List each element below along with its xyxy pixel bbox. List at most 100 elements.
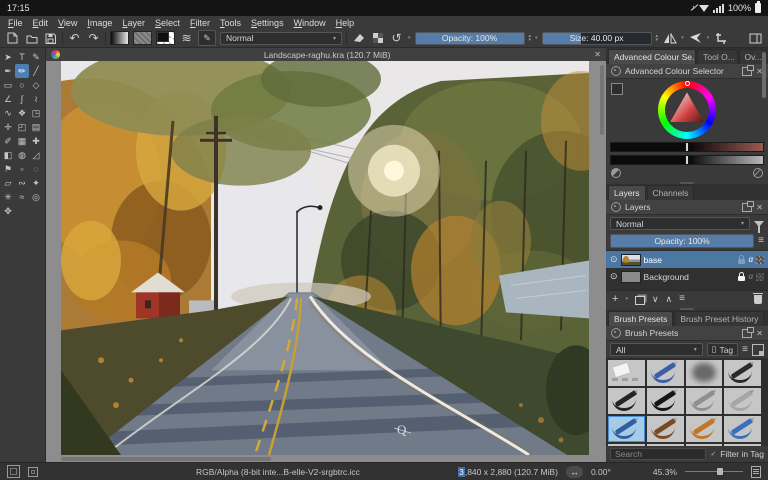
chevron-down-icon[interactable]: ▾ <box>535 35 538 41</box>
delete-layer-button[interactable] <box>753 292 763 304</box>
brush-preset-brush-dark-brown[interactable] <box>685 444 723 446</box>
inherit-alpha-icon[interactable] <box>756 255 764 264</box>
color-slider-2[interactable] <box>610 155 764 165</box>
preserve-alpha-icon[interactable] <box>370 31 385 45</box>
canvas-vertical-scrollbar[interactable] <box>600 65 604 135</box>
outline-select-tool[interactable]: ∾ <box>15 176 29 190</box>
similar-select-tool[interactable]: ✦ <box>29 176 43 190</box>
chevron-down-icon[interactable]: ▾ <box>681 35 684 41</box>
menu-image[interactable]: Image <box>82 18 117 28</box>
gradient-tool[interactable]: ▤ <box>29 120 43 134</box>
brush-size-slider[interactable]: Size: 40.00 px <box>541 31 652 45</box>
select-shapes-tool[interactable]: ➤ <box>1 50 15 64</box>
preset-search-input[interactable]: Search <box>610 448 707 460</box>
rectangle-tool[interactable]: ▭ <box>1 78 15 92</box>
pan-tool[interactable]: ✥ <box>1 204 15 218</box>
chevron-down-icon[interactable]: ▾ <box>707 35 710 41</box>
dynamic-brush-tool[interactable]: ∿ <box>1 106 15 120</box>
tab-brush-presets[interactable]: Brush Presets <box>608 311 674 326</box>
reload-brush-icon[interactable]: ↺ <box>389 31 404 45</box>
rect-select-tool[interactable]: ▫ <box>15 162 29 176</box>
float-docker-icon[interactable] <box>742 64 755 76</box>
chevron-down-icon[interactable]: ▾ <box>625 296 628 302</box>
layer-blend-mode-dropdown[interactable]: Normal ▾ <box>610 217 750 230</box>
close-icon[interactable]: ✕ <box>756 203 763 212</box>
crop-tool[interactable]: ◰ <box>15 120 29 134</box>
add-layer-button[interactable]: + <box>612 293 618 305</box>
layer-filter-icon[interactable] <box>754 220 764 233</box>
move-layer-down-button[interactable]: ∨ <box>652 294 659 305</box>
redo-icon[interactable]: ↷ <box>86 31 101 45</box>
layer-thumbnail[interactable] <box>620 270 641 283</box>
canvas-title-bar[interactable]: Landscape-raghu.kra (120.7 MiB) ✕ <box>46 48 606 62</box>
image-dimensions[interactable]: 3,840 x 2,880 (120.7 MiB) <box>458 466 558 477</box>
menu-filter[interactable]: Filter <box>185 18 215 28</box>
colour-selector-header[interactable]: Advanced Colour Selector ✕ <box>606 64 768 79</box>
tab-channels[interactable]: Channels <box>646 185 695 200</box>
color-wheel[interactable] <box>658 81 716 139</box>
inherit-alpha-icon[interactable] <box>756 272 764 281</box>
duplicate-layer-button[interactable] <box>634 295 645 305</box>
color-triangle[interactable] <box>670 92 704 122</box>
float-docker-icon[interactable] <box>742 326 755 338</box>
trim-to-image-icon[interactable] <box>713 31 728 45</box>
edit-brush-settings-icon[interactable]: ✎ <box>198 30 216 46</box>
menu-window[interactable]: Window <box>289 18 331 28</box>
layer-row-base[interactable]: ⊙ base α <box>606 251 768 268</box>
opacity-slider[interactable]: Opacity: 100% <box>414 31 525 45</box>
eraser-icon[interactable] <box>351 31 366 45</box>
color-settings-icon[interactable] <box>611 83 623 95</box>
multibrush-tool[interactable]: ❖ <box>15 106 29 120</box>
chevron-down-icon[interactable]: ▾ <box>408 35 411 41</box>
polyline-tool[interactable]: ∠ <box>1 92 15 106</box>
layer-thumbnail[interactable] <box>620 253 641 266</box>
bezier-curve-tool[interactable]: ∫ <box>15 92 29 106</box>
brush-preset-marker-soft[interactable] <box>724 388 761 414</box>
transform-tool[interactable]: ◳ <box>29 106 43 120</box>
color-slider-1[interactable] <box>610 142 764 152</box>
menu-tools[interactable]: Tools <box>215 18 246 28</box>
brush-preset-pencil-blue[interactable] <box>724 416 761 442</box>
pattern-swatch[interactable] <box>133 31 152 45</box>
visibility-eye-icon[interactable]: ⊙ <box>610 272 618 281</box>
visibility-eye-icon[interactable]: ⊙ <box>610 255 618 264</box>
zoom-slider[interactable] <box>685 466 743 478</box>
move-tool[interactable]: ✛ <box>1 120 15 134</box>
brush-preset-pen-blue-2[interactable] <box>646 444 684 446</box>
smart-patch-tool[interactable]: ✚ <box>29 134 43 148</box>
brush-settings-icon[interactable]: ≋ <box>179 31 194 45</box>
brush-preset-marker-chisel[interactable] <box>685 388 723 414</box>
layers-header[interactable]: Layers ✕ <box>606 200 768 215</box>
zoom-tool[interactable]: ◎ <box>29 190 43 204</box>
bezier-select-tool[interactable]: ≈ <box>15 190 29 204</box>
contiguous-select-tool[interactable]: ✳ <box>1 190 15 204</box>
size-spinner[interactable]: ▴ ▾ <box>656 34 659 43</box>
blending-mode-dropdown[interactable]: Normal ▾ <box>220 31 342 45</box>
foreground-background-color-swatch[interactable] <box>156 31 175 45</box>
lock-open-icon[interactable] <box>738 254 746 264</box>
resize-canvas-icon[interactable]: ↔ <box>565 465 583 478</box>
brush-preset-pen-blue[interactable] <box>608 416 645 442</box>
canvas-horizontal-scrollbar[interactable] <box>61 457 271 461</box>
layer-opacity-slider[interactable]: Opacity: 100% <box>610 234 755 248</box>
zoom-level[interactable]: 45.3% <box>653 467 677 477</box>
close-icon[interactable]: ✕ <box>756 329 763 338</box>
freehand-path-tool[interactable]: ≀ <box>29 92 43 106</box>
pattern-edit-tool[interactable]: ▦ <box>15 134 29 148</box>
fill-tool[interactable]: ◧ <box>1 148 15 162</box>
menu-file[interactable]: File <box>3 18 28 28</box>
brush-preset-pencil-blue-2[interactable] <box>608 444 645 446</box>
save-icon[interactable] <box>43 31 58 45</box>
menu-settings[interactable]: Settings <box>246 18 289 28</box>
workspace-chooser-icon[interactable] <box>748 31 763 45</box>
polygon-tool[interactable]: ◇ <box>29 78 43 92</box>
layer-options-icon[interactable]: ≡ <box>758 236 764 246</box>
menu-select[interactable]: Select <box>150 18 185 28</box>
measure-tool[interactable]: ◿ <box>29 148 43 162</box>
layer-name[interactable]: base <box>644 255 736 265</box>
filter-in-tag-label[interactable]: Filter in Tag <box>720 449 764 459</box>
mirror-horizontal-icon[interactable] <box>662 31 677 45</box>
view-mode-icon[interactable] <box>28 466 38 477</box>
display-mode-icon[interactable] <box>752 343 764 356</box>
menu-view[interactable]: View <box>53 18 82 28</box>
